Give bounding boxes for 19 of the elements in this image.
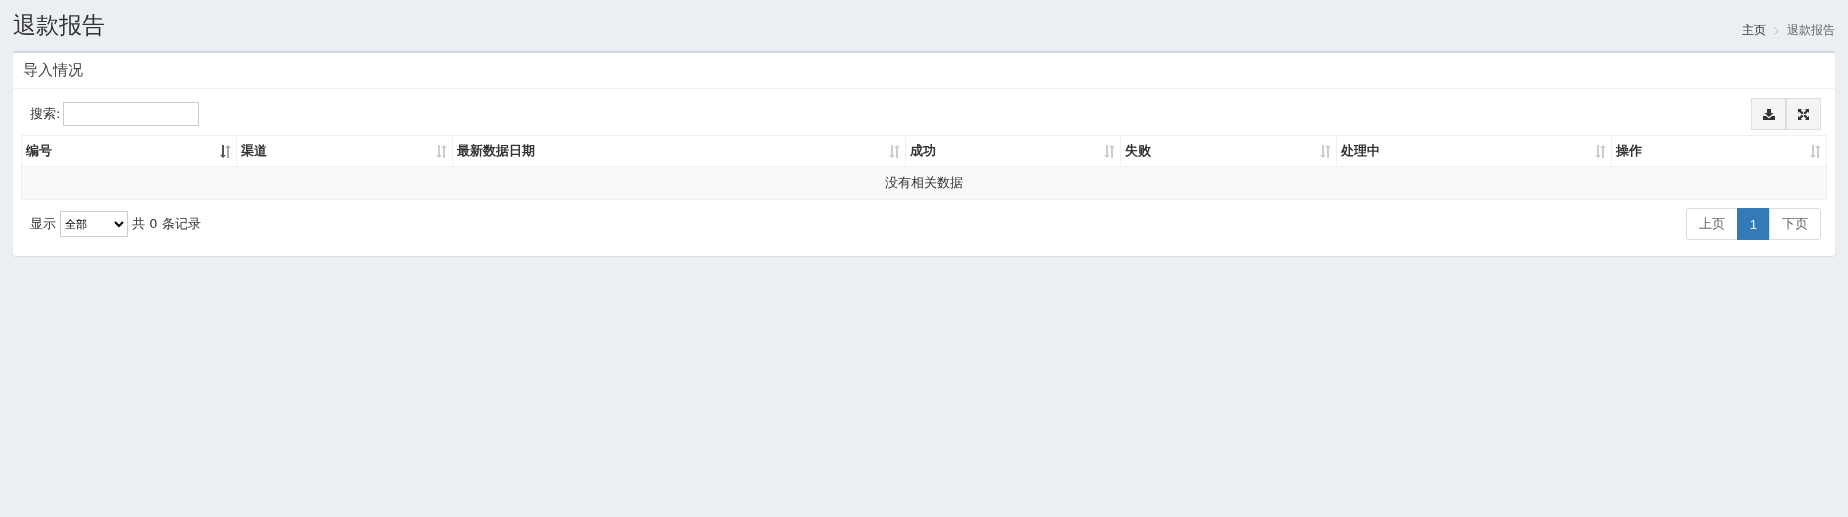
page-size-label: 显示 (30, 215, 56, 233)
fullscreen-button[interactable] (1786, 98, 1821, 130)
page-button[interactable]: 下页 (1769, 208, 1821, 240)
expand-icon (1798, 108, 1809, 120)
record-count: 共 0 条记录 (132, 215, 201, 233)
page-title: 退款报告 (13, 11, 105, 40)
chevron-icon (1774, 26, 1779, 35)
breadcrumb-link[interactable]: 主页 (1742, 22, 1766, 39)
page-size-select[interactable]: 全部 (60, 211, 128, 237)
export-button[interactable] (1751, 98, 1786, 130)
empty-message: 没有相关数据 (21, 166, 1827, 200)
download-icon (1762, 108, 1775, 120)
column-header[interactable]: 编号 (21, 135, 237, 167)
search-label: 搜索: (30, 105, 61, 123)
breadcrumb-current: 退款报告 (1787, 22, 1835, 39)
page-button[interactable]: 1 (1736, 208, 1770, 240)
panel-title: 导入情况 (23, 61, 83, 79)
search-field[interactable] (63, 102, 200, 126)
page-button[interactable]: 上页 (1685, 208, 1738, 240)
